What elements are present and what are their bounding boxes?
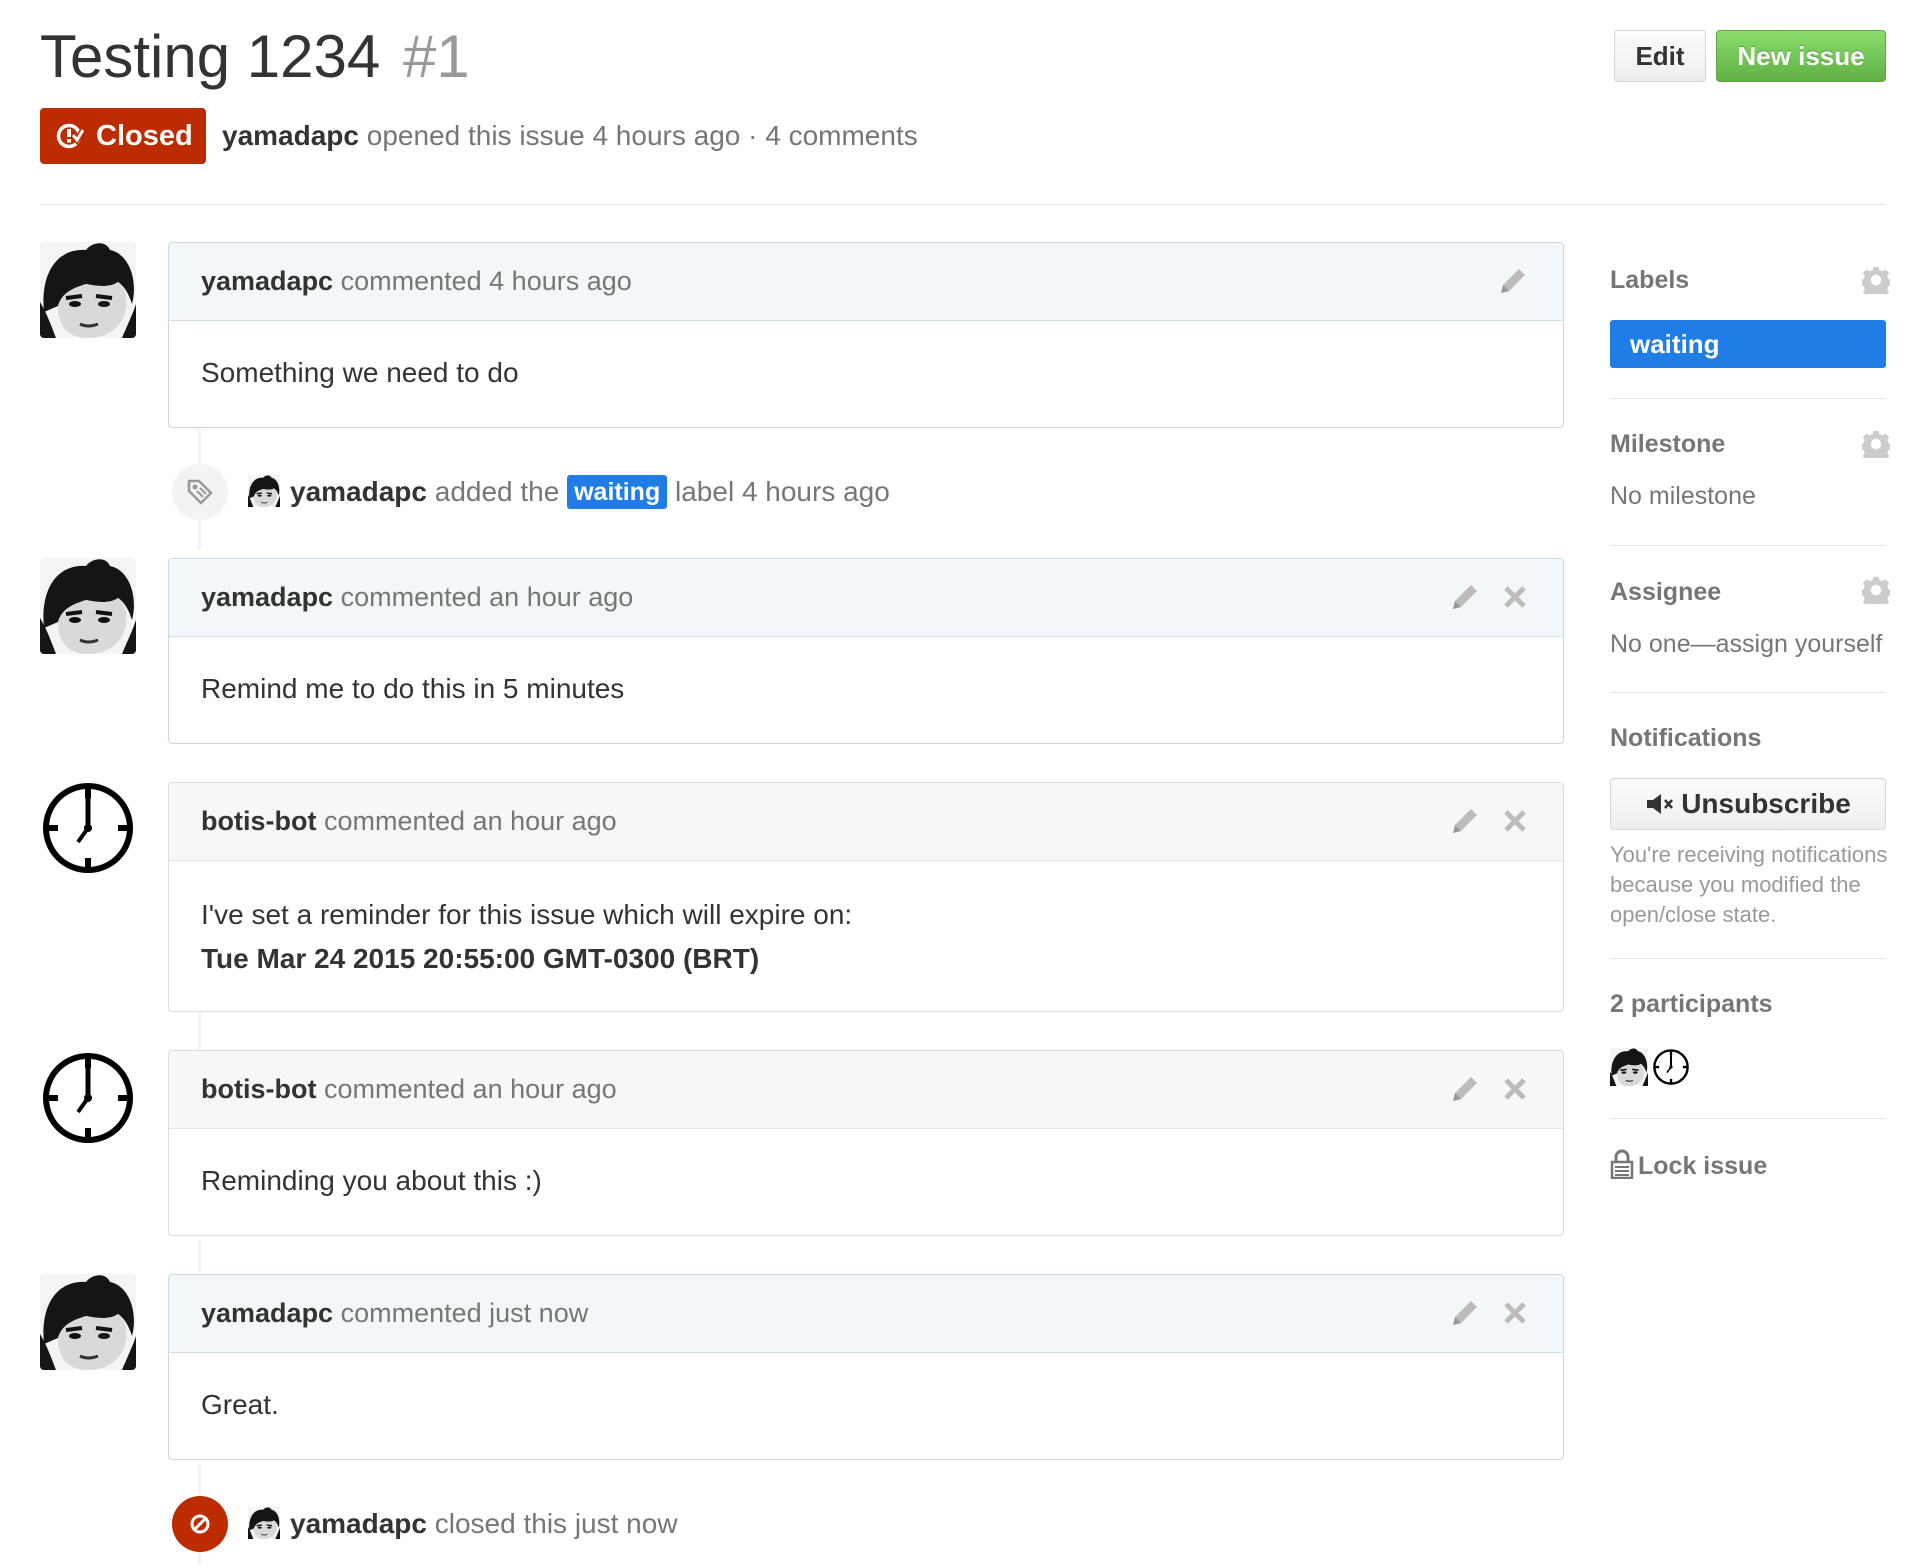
issue-meta: yamadapc opened this issue 4 hours ago ·… — [222, 114, 918, 158]
participants-heading: 2 participants — [1610, 990, 1773, 1018]
comment-body: Great. — [201, 1389, 279, 1420]
notifications-heading: Notifications — [1610, 724, 1762, 752]
issue-title: Testing 1234 #1 — [40, 22, 470, 92]
avatar-small[interactable] — [248, 1507, 280, 1539]
participant-clock-avatar[interactable] — [1652, 1048, 1690, 1086]
timeline-line — [198, 1240, 201, 1272]
assignee-gear-icon[interactable] — [1862, 576, 1890, 604]
comment-author[interactable]: yamadapc — [201, 266, 333, 296]
unsubscribe-button[interactable]: Unsubscribe — [1610, 778, 1886, 830]
pencil-icon[interactable] — [1449, 1073, 1481, 1105]
labels-gear-icon[interactable] — [1862, 266, 1890, 294]
comment-body: Remind me to do this in 5 minutes — [201, 673, 625, 704]
issue-closed-icon — [56, 123, 84, 149]
mute-icon — [1647, 793, 1674, 814]
comment-meta[interactable]: commented 4 hours ago — [341, 266, 632, 296]
sidebar-divider — [1610, 692, 1886, 693]
labels-heading: Labels — [1610, 266, 1690, 294]
label-event-badge — [172, 464, 228, 520]
participant-avatar[interactable] — [1610, 1048, 1648, 1086]
sidebar-divider — [1610, 398, 1886, 399]
timeline-line — [198, 1010, 201, 1050]
pencil-icon[interactable] — [1449, 1297, 1481, 1329]
reminder-date: Tue Mar 24 2015 20:55:00 GMT-0300 (BRT) — [201, 943, 760, 974]
close-icon[interactable] — [1499, 581, 1531, 613]
assignee-value[interactable]: No one—assign yourself — [1610, 630, 1882, 659]
comment-body: Something we need to do — [201, 357, 519, 388]
sidebar-divider — [1610, 545, 1886, 546]
comment-header: yamadapc commented 4 hours ago — [169, 243, 1563, 321]
issue-opened-text: opened this issue 4 hours ago · 4 commen… — [366, 120, 918, 151]
issue-number: #1 — [402, 23, 470, 90]
circle-slash-icon — [190, 1514, 210, 1534]
assignee-heading: Assignee — [1610, 578, 1722, 606]
avatar[interactable] — [40, 1274, 136, 1370]
issue-title-text: Testing 1234 — [40, 23, 381, 90]
state-label: Closed — [96, 120, 193, 152]
sidebar-label-waiting[interactable]: waiting — [1610, 320, 1886, 368]
sidebar-divider — [1610, 1118, 1886, 1119]
comment-header: botis-bot commented an hour ago — [169, 1051, 1563, 1129]
sidebar-divider — [1610, 958, 1886, 959]
comment-header: botis-bot commented an hour ago — [169, 783, 1563, 861]
comment-header: yamadapc commented just now — [169, 1275, 1563, 1353]
comment-meta[interactable]: commented an hour ago — [341, 582, 634, 612]
comment-author[interactable]: yamadapc — [201, 582, 333, 612]
closed-event-badge — [172, 1496, 228, 1552]
comment-1: yamadapc commented 4 hours ago Something… — [168, 242, 1564, 428]
comment-author[interactable]: botis-bot — [201, 806, 316, 836]
close-icon[interactable] — [1499, 1297, 1531, 1329]
lock-label: Lock issue — [1638, 1152, 1768, 1180]
pencil-icon[interactable] — [1497, 265, 1529, 297]
comment-author[interactable]: yamadapc — [201, 1298, 333, 1328]
comment-3: botis-bot commented an hour ago I've set… — [168, 782, 1564, 1012]
close-icon[interactable] — [1499, 805, 1531, 837]
avatar[interactable] — [40, 558, 136, 654]
comment-body-line: I've set a reminder for this issue which… — [201, 899, 853, 930]
comment-meta[interactable]: commented just now — [341, 1298, 589, 1328]
event-action: added the — [434, 476, 560, 507]
event-action: closed this just now — [434, 1508, 678, 1539]
milestone-heading: Milestone — [1610, 430, 1726, 458]
new-issue-button[interactable]: New issue — [1716, 30, 1886, 82]
comment-header: yamadapc commented an hour ago — [169, 559, 1563, 637]
comment-body: Reminding you about this :) — [201, 1165, 542, 1196]
milestone-value: No milestone — [1610, 482, 1756, 510]
tag-icon — [187, 479, 213, 505]
pencil-icon[interactable] — [1449, 805, 1481, 837]
comment-body: I've set a reminder for this issue which… — [169, 861, 1563, 981]
comment-author[interactable]: botis-bot — [201, 1074, 316, 1104]
avatar[interactable] — [40, 242, 136, 338]
comment-4: botis-bot commented an hour ago Remindin… — [168, 1050, 1564, 1236]
close-icon[interactable] — [1499, 1073, 1531, 1105]
comment-2: yamadapc commented an hour ago Remind me… — [168, 558, 1564, 744]
event-time: label 4 hours ago — [675, 476, 890, 507]
lock-issue-link[interactable]: Lock issue — [1610, 1149, 1768, 1182]
comment-meta[interactable]: commented an hour ago — [324, 806, 617, 836]
header-divider — [40, 204, 1886, 205]
notification-note: You're receiving notifications because y… — [1610, 842, 1888, 927]
unsubscribe-label: Unsubscribe — [1681, 788, 1851, 819]
comment-5: yamadapc commented just now Great. — [168, 1274, 1564, 1460]
milestone-gear-icon[interactable] — [1862, 430, 1890, 458]
closed-event-text: yamadapc closed this just now — [248, 1502, 678, 1546]
label-event-text: yamadapc added the waiting label 4 hours… — [248, 470, 890, 514]
state-badge-closed: Closed — [40, 108, 206, 164]
comment-meta[interactable]: commented an hour ago — [324, 1074, 617, 1104]
clock-avatar[interactable] — [40, 1050, 136, 1146]
avatar-small[interactable] — [248, 475, 280, 507]
issue-author-link[interactable]: yamadapc — [222, 120, 359, 151]
lock-icon — [1610, 1149, 1634, 1180]
edit-button[interactable]: Edit — [1614, 30, 1706, 82]
label-waiting[interactable]: waiting — [567, 474, 668, 509]
event-author[interactable]: yamadapc — [290, 476, 427, 507]
clock-avatar[interactable] — [40, 780, 136, 876]
pencil-icon[interactable] — [1449, 581, 1481, 613]
event-author[interactable]: yamadapc — [290, 1508, 427, 1539]
